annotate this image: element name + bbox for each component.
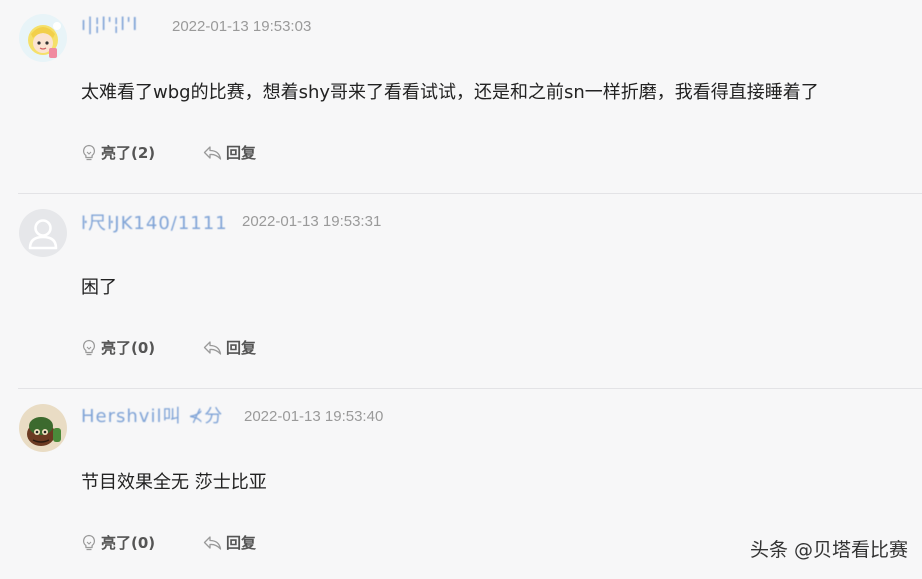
comment-item: ı|¦l'¦l'I 2022-01-13 19:53:03 太难看了wbg的比赛…	[0, 0, 922, 193]
comment-content: 节目效果全无 莎士比亚	[81, 472, 267, 493]
comment-time: 2022-01-13 19:53:31	[242, 213, 382, 230]
reply-button[interactable]: 回复	[203, 142, 256, 163]
reply-arrow-icon	[203, 340, 222, 355]
comment-content: 困了	[81, 277, 117, 298]
reply-label: 回复	[226, 339, 257, 357]
reply-arrow-icon	[203, 535, 222, 550]
reply-button[interactable]: 回复	[203, 532, 256, 553]
avatar[interactable]	[19, 209, 67, 257]
like-label: 亮了(0)	[101, 534, 156, 552]
comment-item: ŀ尺ŀJK140/1111 2022-01-13 19:53:31 困了 亮了(…	[0, 194, 922, 388]
like-label: 亮了(0)	[101, 339, 156, 357]
username[interactable]: ŀ尺ŀJK140/1111	[81, 209, 228, 235]
reply-label: 回复	[226, 534, 257, 552]
comment-content: 太难看了wbg的比赛，想着shy哥来了看看试试，还是和之前sn一样折磨，我看得直…	[81, 82, 819, 103]
reply-arrow-icon	[203, 145, 222, 160]
avatar[interactable]	[19, 14, 67, 62]
watermark: 头条 @贝塔看比赛	[749, 539, 908, 561]
comment-time: 2022-01-13 19:53:03	[172, 18, 312, 35]
avatar[interactable]	[19, 404, 67, 452]
lightbulb-icon	[82, 534, 96, 550]
username[interactable]: ı|¦l'¦l'I	[81, 14, 138, 35]
like-button[interactable]: 亮了(2)	[81, 142, 155, 163]
comment-time: 2022-01-13 19:53:40	[244, 408, 384, 425]
like-label: 亮了(2)	[101, 144, 156, 162]
like-button[interactable]: 亮了(0)	[81, 337, 155, 358]
lightbulb-icon	[82, 144, 96, 160]
like-button[interactable]: 亮了(0)	[81, 532, 155, 553]
username[interactable]: Hershvil叫 ⊀分	[81, 402, 223, 428]
lightbulb-icon	[82, 339, 96, 355]
reply-button[interactable]: 回复	[203, 337, 256, 358]
reply-label: 回复	[226, 144, 257, 162]
